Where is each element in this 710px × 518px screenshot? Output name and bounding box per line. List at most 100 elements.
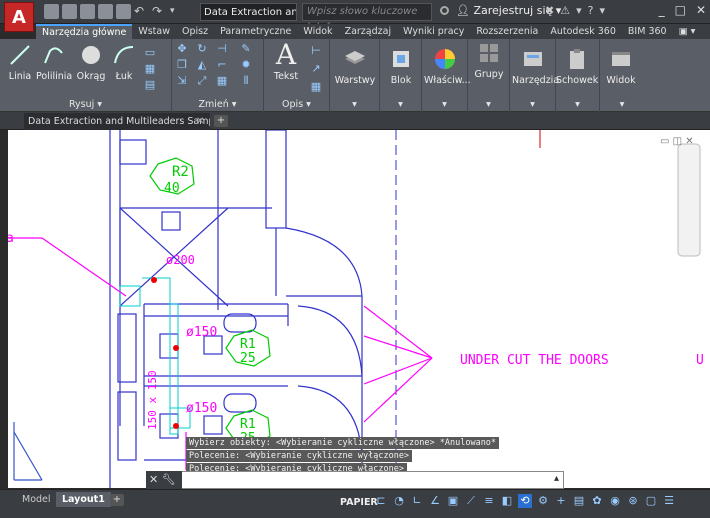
lineweight-icon[interactable]: ≡ — [482, 494, 496, 508]
osnap-icon[interactable]: ▣ — [446, 494, 460, 508]
chevron-down-icon[interactable]: ▾ — [599, 4, 605, 17]
tab-addins[interactable]: Rozszerzenia — [470, 24, 544, 39]
chevron-down-icon[interactable]: ▾ — [422, 99, 467, 110]
polyline-tool[interactable]: Polilinia — [36, 41, 72, 82]
plus-icon[interactable]: + — [554, 494, 568, 508]
stretch-icon[interactable]: ⇲ — [176, 75, 188, 87]
tools-button[interactable]: Narzędzia — [512, 45, 559, 86]
panel-clipboard[interactable]: Schowek ▾ — [556, 39, 600, 112]
tab-output[interactable]: Wyniki pracy — [397, 24, 470, 39]
scale-icon[interactable]: ⤢ — [196, 75, 208, 87]
hardware-icon[interactable]: ⊛ — [626, 494, 640, 508]
block-button[interactable]: Blok — [380, 45, 422, 86]
chevron-down-icon[interactable]: ▾ — [380, 99, 421, 110]
paper-space-toggle[interactable]: PAPIER — [340, 497, 378, 508]
leader-icon[interactable]: ↗ — [310, 63, 322, 75]
close-icon[interactable]: ✕ — [196, 113, 204, 130]
erase-icon[interactable]: ✎ — [240, 43, 252, 55]
groups-button[interactable]: Grupy — [468, 39, 510, 80]
selection-cycling-icon[interactable]: ⟲ — [518, 494, 532, 508]
workspace-dropdown-icon[interactable]: ▾ — [170, 4, 185, 19]
array-icon[interactable]: ▦ — [216, 75, 228, 87]
copy-icon[interactable]: ❐ — [176, 59, 188, 71]
menu-icon[interactable]: ☰ — [662, 494, 676, 508]
panel-groups[interactable]: Grupy ▾ — [468, 39, 510, 112]
snap-icon[interactable]: ◔ — [392, 494, 406, 508]
table-icon[interactable]: ▦ — [310, 81, 322, 93]
maximize-icon[interactable]: □ — [675, 3, 686, 17]
hatch-icon[interactable]: ▦ — [144, 63, 156, 75]
panel-block[interactable]: Blok ▾ — [380, 39, 422, 112]
close-icon[interactable]: ✕ — [149, 473, 158, 486]
new-tab-button[interactable]: + — [214, 115, 228, 127]
more-draw-icon[interactable]: ▤ — [144, 79, 156, 91]
properties-button[interactable]: Właściw... — [424, 45, 471, 86]
tab-manage[interactable]: Zarządzaj — [339, 24, 398, 39]
drawing-canvas[interactable]: R2 40 R1 25 R1 25 ø200 ø150 ø150 150 x 1… — [8, 130, 710, 488]
chevron-up-icon[interactable]: ▴ — [554, 473, 559, 484]
move-icon[interactable]: ✥ — [176, 43, 188, 55]
save-icon[interactable] — [80, 4, 95, 19]
tab-parametric[interactable]: Parametryczne — [214, 24, 297, 39]
new-layout-button[interactable]: + — [110, 494, 124, 506]
ribbon-toggle-icon[interactable]: ▣ ▾ — [673, 24, 702, 39]
tab-home[interactable]: Narzędzia główne — [36, 24, 133, 39]
tab-layout1[interactable]: Layout1 — [56, 492, 111, 507]
help-icon[interactable]: ? — [588, 4, 594, 17]
panel-layers[interactable]: Warstwy ▾ — [330, 39, 380, 112]
tab-bim360[interactable]: BIM 360 — [622, 24, 673, 39]
application-menu-button[interactable]: A — [4, 2, 34, 32]
chevron-down-icon[interactable]: ▾ — [330, 99, 379, 110]
view-button[interactable]: Widok — [600, 45, 642, 86]
arc-tool[interactable]: Łuk — [106, 41, 142, 82]
mirror-icon[interactable]: ◭ — [196, 59, 208, 71]
fillet-icon[interactable]: ⌐ — [216, 59, 228, 71]
workspace-icon[interactable]: ✿ — [590, 494, 604, 508]
search-input[interactable]: Wpisz słowo kluczowe lub frazę — [302, 3, 432, 33]
polar-icon[interactable]: ∠ — [428, 494, 442, 508]
offset-icon[interactable]: ⫴ — [240, 75, 252, 87]
settings-icon[interactable]: ⚙ — [536, 494, 550, 508]
minimize-icon[interactable]: _ — [659, 3, 665, 17]
isolate-icon[interactable]: ◉ — [608, 494, 622, 508]
chevron-down-icon[interactable]: ▾ — [600, 99, 644, 110]
rectangle-icon[interactable]: ▭ — [144, 47, 156, 59]
trim-icon[interactable]: ⊣ — [216, 43, 228, 55]
redo-icon[interactable]: ↷ — [152, 4, 167, 19]
clean-screen-icon[interactable]: ▢ — [644, 494, 658, 508]
circle-tool[interactable]: Okrąg — [72, 41, 110, 82]
tab-view[interactable]: Widok — [297, 24, 338, 39]
ortho-icon[interactable]: ∟ — [410, 494, 424, 508]
panel-modify-title[interactable]: Zmień ▾ — [172, 99, 263, 110]
panel-view[interactable]: Widok ▾ — [600, 39, 644, 112]
save-as-icon[interactable] — [98, 4, 113, 19]
clipboard-button[interactable]: Schowek — [556, 45, 598, 86]
panel-draw-title[interactable]: Rysuj ▾ — [0, 99, 171, 110]
chevron-down-icon[interactable]: ▾ — [468, 99, 509, 110]
otrack-icon[interactable]: ⟋ — [464, 494, 478, 508]
rotate-icon[interactable]: ↻ — [196, 43, 208, 55]
undo-icon[interactable]: ↶ — [134, 4, 149, 19]
panel-tools[interactable]: Narzędzia ▾ — [510, 39, 559, 112]
annotation-icon[interactable]: ▤ — [572, 494, 586, 508]
layers-button[interactable]: Warstwy — [334, 45, 376, 86]
tab-insert[interactable]: Wstaw — [132, 24, 176, 39]
close-icon[interactable]: ✕ — [696, 3, 706, 17]
print-icon[interactable] — [116, 4, 131, 19]
tab-model[interactable]: Model — [16, 492, 57, 507]
document-tab[interactable]: Data Extraction and Multileaders Sample* — [24, 113, 210, 130]
exchange-icon[interactable]: ✖ — [545, 4, 554, 17]
a360-icon[interactable]: ⚠ — [560, 4, 570, 17]
explode-icon[interactable]: ✹ — [240, 59, 252, 71]
tab-annotate[interactable]: Opisz — [176, 24, 214, 39]
dimension-icon[interactable]: ⊢ — [310, 45, 322, 57]
panel-annotate-title[interactable]: Opis ▾ — [264, 99, 329, 110]
new-file-icon[interactable] — [44, 4, 59, 19]
grid-icon[interactable]: ⊏ — [374, 494, 388, 508]
text-tool[interactable]: A Tekst — [266, 41, 306, 83]
tab-a360[interactable]: Autodesk 360 — [544, 24, 622, 39]
search-icon[interactable] — [440, 6, 449, 15]
line-tool[interactable]: Linia — [2, 41, 38, 82]
command-input[interactable] — [186, 473, 546, 487]
chevron-down-icon[interactable]: ▾ — [576, 4, 582, 17]
